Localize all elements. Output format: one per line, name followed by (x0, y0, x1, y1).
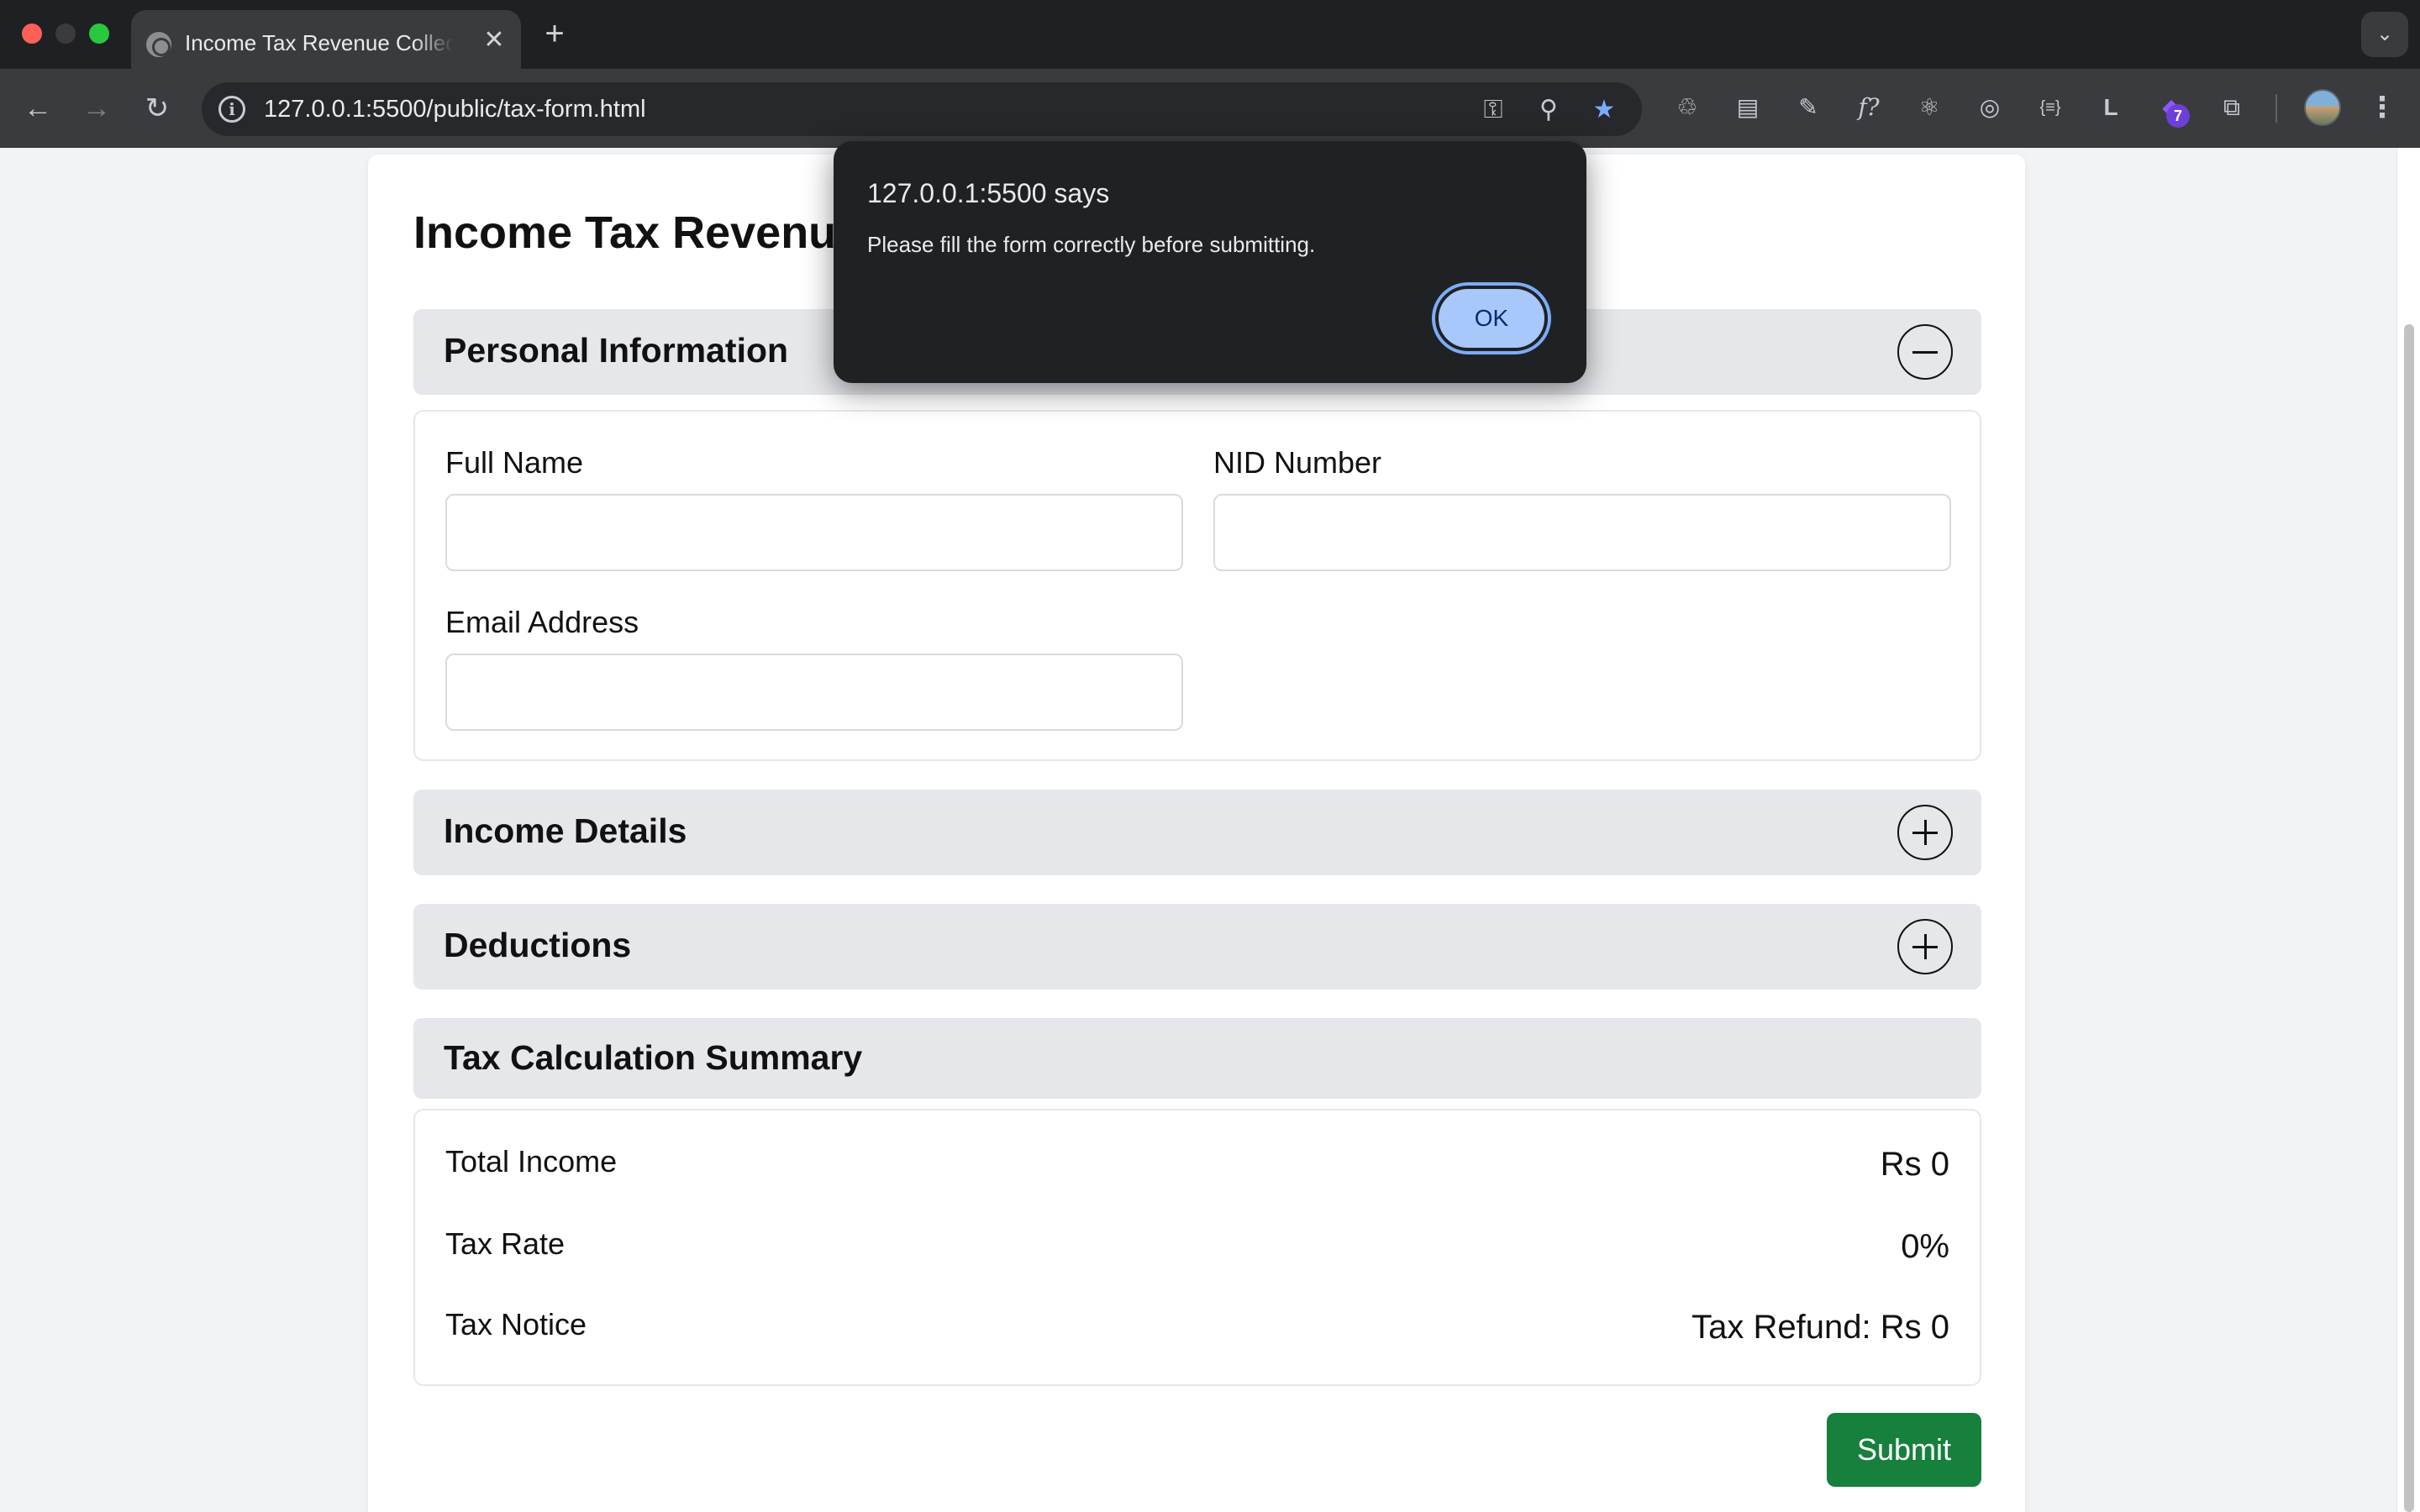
json-extension-icon[interactable]: {≡} (2033, 91, 2067, 124)
forward-icon[interactable]: → (77, 89, 116, 128)
section-header-summary: Tax Calculation Summary (413, 1018, 1981, 1099)
password-key-icon[interactable]: ⚿ (1477, 94, 1509, 126)
section-header-income[interactable]: Income Details (413, 790, 1981, 875)
tax-rate-label: Tax Rate (445, 1226, 566, 1261)
expand-plus-icon[interactable] (1897, 919, 1953, 974)
nid-number-input[interactable] (1213, 494, 1951, 571)
full-name-input[interactable] (445, 494, 1183, 571)
browser-tab-strip: Income Tax Revenue Collection ✕ + ⌄ (0, 0, 2420, 69)
window-close-button[interactable] (22, 24, 42, 44)
nid-number-label: NID Number (1213, 445, 1382, 480)
new-tab-button[interactable]: + (538, 15, 571, 52)
browser-tab-active[interactable]: Income Tax Revenue Collection ✕ (131, 10, 521, 69)
reload-icon[interactable]: ↻ (138, 89, 176, 128)
dialog-title: 127.0.0.1:5500 says (867, 178, 1110, 208)
scrollbar-thumb[interactable] (2404, 324, 2414, 1512)
page-scrollbar[interactable] (2396, 148, 2420, 1512)
zoom-icon[interactable]: ⚲ (1533, 94, 1565, 126)
profile-avatar[interactable] (2304, 89, 2341, 126)
extension-badge: 7 (2166, 104, 2190, 128)
tab-title: Income Tax Revenue Collection (185, 30, 454, 55)
tax-rate-value: 0% (1901, 1228, 1949, 1265)
total-income-label: Total Income (445, 1144, 618, 1179)
back-icon[interactable]: ← (18, 89, 57, 128)
window-maximize-button[interactable] (89, 24, 109, 44)
recycle-extension-icon[interactable]: ♲ (1670, 91, 1704, 124)
window-minimize-button[interactable] (55, 24, 76, 44)
full-name-label: Full Name (445, 445, 584, 480)
globe-icon (146, 32, 171, 57)
section-header-deductions[interactable]: Deductions (413, 904, 1981, 990)
email-address-input[interactable] (445, 654, 1183, 731)
react-extension-icon[interactable]: ⚛ (1912, 91, 1946, 124)
site-info-icon[interactable]: i (218, 96, 245, 123)
section-title-income: Income Details (444, 811, 687, 850)
extensions-puzzle-icon[interactable]: ⧉ (2215, 91, 2249, 124)
tax-notice-label: Tax Notice (445, 1307, 587, 1341)
calendar-extension-icon[interactable]: ▤ (1731, 91, 1765, 124)
section-title-summary: Tax Calculation Summary (444, 1038, 863, 1077)
alert-dialog: 127.0.0.1:5500 says Please fill the form… (834, 141, 1586, 383)
collapse-minus-icon[interactable] (1897, 324, 1953, 380)
bookmark-star-icon[interactable]: ★ (1588, 94, 1620, 126)
target-extension-icon[interactable]: ◎ (1973, 91, 2007, 124)
tax-notice-value: Tax Refund: Rs 0 (1691, 1309, 1949, 1346)
more-menu-icon[interactable]: ⋮ (2368, 87, 2396, 128)
section-title-personal: Personal Information (444, 331, 789, 370)
submit-button[interactable]: Submit (1827, 1413, 1981, 1487)
total-income-value: Rs 0 (1880, 1146, 1949, 1183)
section-title-deductions: Deductions (444, 926, 632, 964)
function-extension-icon[interactable]: f? (1852, 91, 1886, 124)
toolbar-divider (2275, 94, 2277, 123)
tab-close-icon[interactable]: ✕ (481, 27, 508, 54)
l-extension-icon[interactable]: L (2094, 91, 2128, 124)
personal-info-body: Full Name NID Number Email Address (413, 410, 1981, 761)
expand-plus-icon[interactable] (1897, 805, 1953, 860)
email-address-label: Email Address (445, 605, 639, 639)
address-bar[interactable]: i 127.0.0.1:5500/public/tax-form.html ⚿ … (202, 82, 1642, 136)
dialog-ok-button[interactable]: OK (1435, 286, 1548, 351)
dialog-message: Please fill the form correctly before su… (867, 232, 1316, 257)
tab-search-button[interactable]: ⌄ (2361, 12, 2408, 57)
url-text[interactable]: 127.0.0.1:5500/public/tax-form.html (264, 96, 646, 123)
brush-extension-icon[interactable]: ✎ (1791, 91, 1825, 124)
tax-summary-body: Total Income Rs 0 Tax Rate 0% Tax Notice… (413, 1109, 1981, 1386)
